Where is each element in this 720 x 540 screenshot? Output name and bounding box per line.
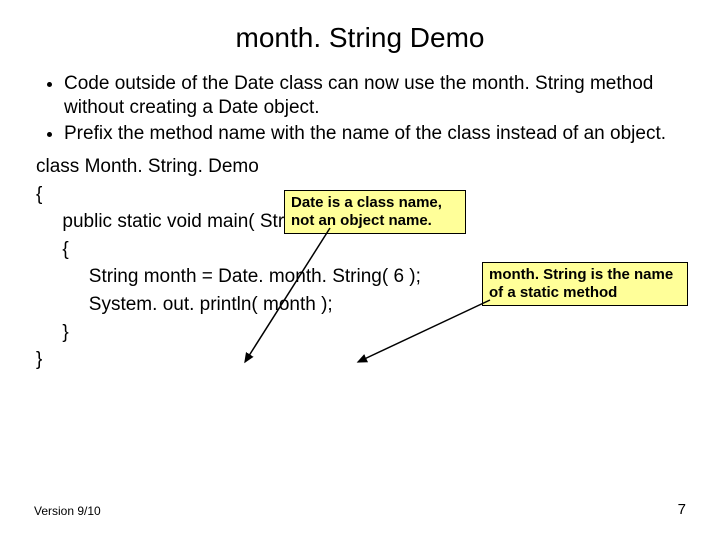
- footer-version: Version 9/10: [34, 504, 101, 518]
- callout-date-class: Date is a class name, not an object name…: [284, 190, 466, 234]
- callout-line: of a static method: [489, 284, 681, 302]
- bullet-list: Code outside of the Date class can now u…: [36, 72, 684, 145]
- callout-line: not an object name.: [291, 212, 459, 230]
- bullet-item: Code outside of the Date class can now u…: [64, 72, 684, 120]
- bullet-item: Prefix the method name with the name of …: [64, 122, 684, 146]
- callout-line: month. String is the name: [489, 266, 681, 284]
- callout-line: Date is a class name,: [291, 194, 459, 212]
- callout-monthstring-static: month. String is the name of a static me…: [482, 262, 688, 306]
- footer-page-number: 7: [678, 501, 686, 518]
- slide-title: month. String Demo: [0, 0, 720, 72]
